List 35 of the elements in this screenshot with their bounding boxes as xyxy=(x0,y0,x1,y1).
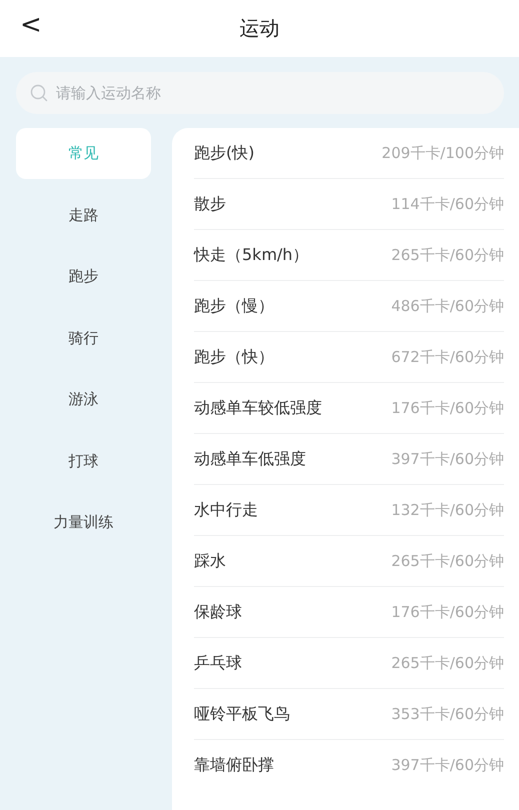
calorie-rate: 265千卡/60分钟 xyxy=(391,246,504,264)
back-button[interactable]: < xyxy=(12,8,50,42)
category-tab[interactable]: 游泳 xyxy=(16,374,151,425)
calorie-rate: 265千卡/60分钟 xyxy=(391,654,504,672)
page-title: 运动 xyxy=(240,15,280,42)
exercise-name[interactable]: 跑步（慢） xyxy=(194,296,274,316)
exercise-name[interactable]: 哑铃平板飞鸟 xyxy=(194,704,290,724)
exercise-name[interactable]: 水中行走 xyxy=(194,500,258,520)
exercise-name[interactable]: 跑步（快） xyxy=(194,346,274,368)
calorie-rate: 353千卡/60分钟 xyxy=(391,704,504,724)
calorie-rate: 132千卡/60分钟 xyxy=(391,500,504,520)
category-tab[interactable]: 力量训练 xyxy=(16,497,151,548)
exercise-name[interactable]: 保龄球 xyxy=(194,602,242,622)
search-field[interactable]: 请输入运动名称 xyxy=(16,72,504,114)
calorie-rate: 176千卡/60分钟 xyxy=(391,602,504,622)
calorie-rate: 486千卡/60分钟 xyxy=(391,296,504,316)
exercise-name[interactable]: 快走（5km/h） xyxy=(194,244,309,266)
calorie-rate: 114千卡/60分钟 xyxy=(391,194,504,214)
category-tab[interactable]: 走路 xyxy=(16,190,151,240)
calorie-rate: 672千卡/60分钟 xyxy=(391,348,504,366)
category-tab[interactable]: 骑行 xyxy=(16,312,151,364)
calorie-rate: 209千卡/100分钟 xyxy=(382,144,504,162)
calorie-rate: 397千卡/60分钟 xyxy=(391,450,504,468)
exercise-name[interactable]: 乒乓球 xyxy=(194,652,242,674)
calorie-rate: 265千卡/60分钟 xyxy=(391,552,504,570)
exercise-name[interactable]: 动感单车较低强度 xyxy=(194,398,322,418)
exercise-name[interactable]: 踩水 xyxy=(194,550,226,572)
calorie-rate: 397千卡/60分钟 xyxy=(391,756,504,774)
exercise-name[interactable]: 靠墙俯卧撑 xyxy=(194,754,274,776)
exercise-name[interactable]: 跑步(快) xyxy=(194,142,254,164)
exercise-name[interactable]: 动感单车低强度 xyxy=(194,448,306,470)
category-tab[interactable]: 跑步 xyxy=(16,251,151,302)
exercise-name[interactable]: 散步 xyxy=(194,194,226,214)
calorie-rate: 176千卡/60分钟 xyxy=(391,398,504,418)
category-tab[interactable]: 打球 xyxy=(16,436,151,486)
